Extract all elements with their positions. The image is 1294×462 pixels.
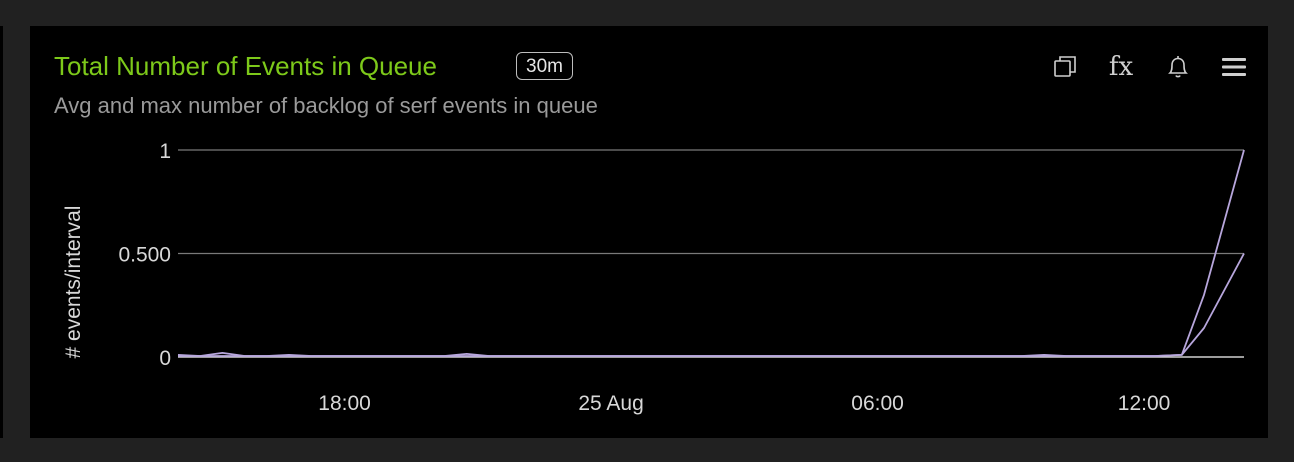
x-tick-label: 18:00	[318, 392, 371, 415]
x-tick-label: 25 Aug	[578, 392, 643, 415]
x-tick-label: 06:00	[851, 392, 904, 415]
chart: 0 0.500 1 18:00 25 Aug 06:00 12:00 # events/i…	[62, 140, 1245, 415]
page: Total Number of Events in Queue 30m Avg …	[0, 0, 1294, 462]
adjacent-panel-edge	[0, 26, 3, 438]
x-tick-label: 12:00	[1118, 392, 1171, 415]
y-tick-label: 0	[159, 347, 171, 370]
y-tick-label: 1	[159, 140, 171, 163]
series-line-2	[178, 253, 1245, 357]
y-tick-label: 0.500	[118, 244, 171, 267]
y-axis-label: # events/interval	[62, 206, 85, 359]
